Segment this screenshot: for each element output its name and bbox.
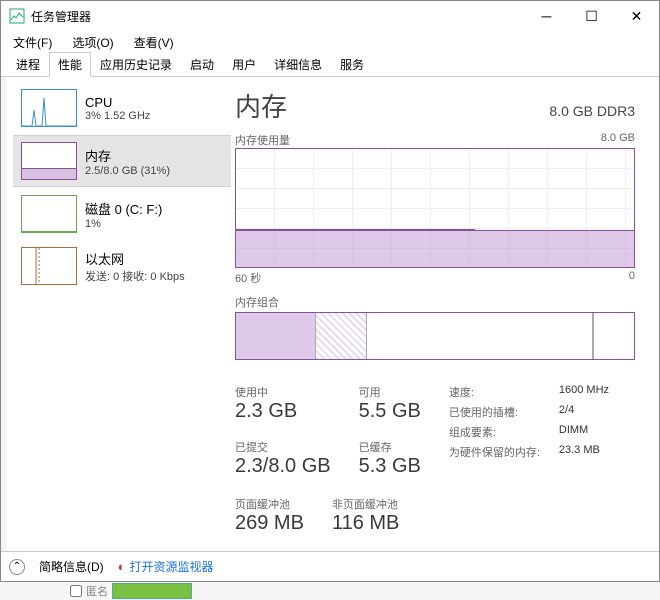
composition-label: 内存组合 — [235, 294, 279, 310]
anon-checkbox[interactable] — [70, 585, 82, 597]
sidebar-item-cpu[interactable]: CPU 3% 1.52 GHz — [13, 83, 231, 133]
app-icon — [9, 8, 25, 24]
resource-monitor-icon: ◐ — [118, 559, 126, 574]
sidebar-ethernet-title: 以太网 — [85, 249, 185, 268]
disk-thumb — [21, 195, 77, 233]
stat-available: 可用 5.5 GB — [359, 384, 421, 423]
usage-chart-label: 内存使用量 — [235, 132, 290, 148]
tab-app-history[interactable]: 应用历史记录 — [91, 52, 181, 76]
sidebar-memory-title: 内存 — [85, 146, 170, 165]
tab-performance[interactable]: 性能 — [49, 52, 91, 77]
menu-options[interactable]: 选项(O) — [64, 32, 121, 53]
anon-label: 匿名 — [86, 583, 108, 599]
tab-details[interactable]: 详细信息 — [265, 52, 331, 76]
sidebar-disk-title: 磁盘 0 (C: F:) — [85, 199, 162, 218]
detail-pane: 内存 8.0 GB DDR3 内存使用量 8.0 GB 60 秒 0 内存组 — [231, 77, 659, 551]
fewer-details-label[interactable]: 简略信息(D) — [39, 558, 104, 575]
tab-processes[interactable]: 进程 — [7, 52, 49, 76]
sidebar-item-ethernet[interactable]: 以太网 发送: 0 接收: 0 Kbps — [13, 241, 231, 291]
sidebar-cpu-sub: 3% 1.52 GHz — [85, 110, 150, 122]
tab-users[interactable]: 用户 — [223, 52, 265, 76]
usage-chart-max: 8.0 GB — [601, 132, 635, 148]
sidebar-disk-sub: 1% — [85, 218, 162, 230]
task-manager-window: 任务管理器 ─ ☐ ✕ 文件(F) 选项(O) 查看(V) 进程 性能 应用历史… — [0, 0, 660, 582]
sidebar-memory-sub: 2.5/8.0 GB (31%) — [85, 165, 170, 177]
tab-services[interactable]: 服务 — [331, 52, 373, 76]
sidebar-item-memory[interactable]: 内存 2.5/8.0 GB (31%) — [13, 135, 231, 187]
usage-chart-block: 内存使用量 8.0 GB 60 秒 0 — [235, 132, 635, 286]
sidebar-cpu-title: CPU — [85, 95, 150, 110]
stat-in-use: 使用中 2.3 GB — [235, 384, 331, 423]
composition-chart-block: 内存组合 — [235, 294, 635, 360]
close-button[interactable]: ✕ — [614, 1, 659, 31]
menubar: 文件(F) 选项(O) 查看(V) — [1, 31, 659, 53]
memory-thumb — [21, 142, 77, 180]
detail-capacity: 8.0 GB DDR3 — [549, 103, 635, 119]
green-button[interactable] — [112, 583, 192, 599]
sidebar-item-disk[interactable]: 磁盘 0 (C: F:) 1% — [13, 189, 231, 239]
stat-committed: 已提交 2.3/8.0 GB — [235, 439, 331, 478]
composition-chart — [235, 312, 635, 360]
minimize-button[interactable]: ─ — [524, 1, 569, 31]
tabs: 进程 性能 应用历史记录 启动 用户 详细信息 服务 — [1, 53, 659, 77]
sidebar: CPU 3% 1.52 GHz 内存 2.5/8.0 GB (31%) — [1, 77, 231, 551]
sidebar-ethernet-sub: 发送: 0 接收: 0 Kbps — [85, 268, 185, 284]
external-bottom-bar: 匿名 — [0, 582, 660, 600]
usage-chart — [235, 148, 635, 268]
maximize-button[interactable]: ☐ — [569, 1, 614, 31]
detail-header: 内存 8.0 GB DDR3 — [235, 87, 635, 124]
menu-file[interactable]: 文件(F) — [5, 32, 60, 53]
window-controls: ─ ☐ ✕ — [524, 1, 659, 31]
stats-row-2: 页面缓冲池 269 MB 非页面缓冲池 116 MB — [235, 496, 635, 535]
body: CPU 3% 1.52 GHz 内存 2.5/8.0 GB (31%) — [1, 77, 659, 551]
usage-chart-xright: 0 — [629, 270, 635, 286]
fewer-details-toggle[interactable]: ⌃ — [9, 559, 25, 575]
ethernet-thumb — [21, 247, 77, 285]
usage-chart-xleft: 60 秒 — [235, 270, 261, 286]
open-resource-monitor[interactable]: ◐ 打开资源监视器 — [118, 558, 214, 575]
stat-cached: 已缓存 5.3 GB — [359, 439, 421, 478]
window-title: 任务管理器 — [31, 8, 524, 25]
menu-view[interactable]: 查看(V) — [126, 32, 182, 53]
detail-title: 内存 — [235, 87, 287, 124]
cpu-thumb — [21, 89, 77, 127]
stats-row: 使用中 2.3 GB 已提交 2.3/8.0 GB 可用 5.5 GB 已缓存 — [235, 384, 635, 478]
stat-paged: 页面缓冲池 269 MB — [235, 496, 304, 535]
titlebar: 任务管理器 ─ ☐ ✕ — [1, 1, 659, 31]
tab-startup[interactable]: 启动 — [181, 52, 223, 76]
footer: ⌃ 简略信息(D) ◐ 打开资源监视器 — [1, 551, 659, 581]
stat-nonpaged: 非页面缓冲池 116 MB — [332, 496, 399, 535]
memory-meta: 速度:1600 MHz 已使用的插槽:2/4 组成要素:DIMM 为硬件保留的内… — [449, 384, 609, 478]
